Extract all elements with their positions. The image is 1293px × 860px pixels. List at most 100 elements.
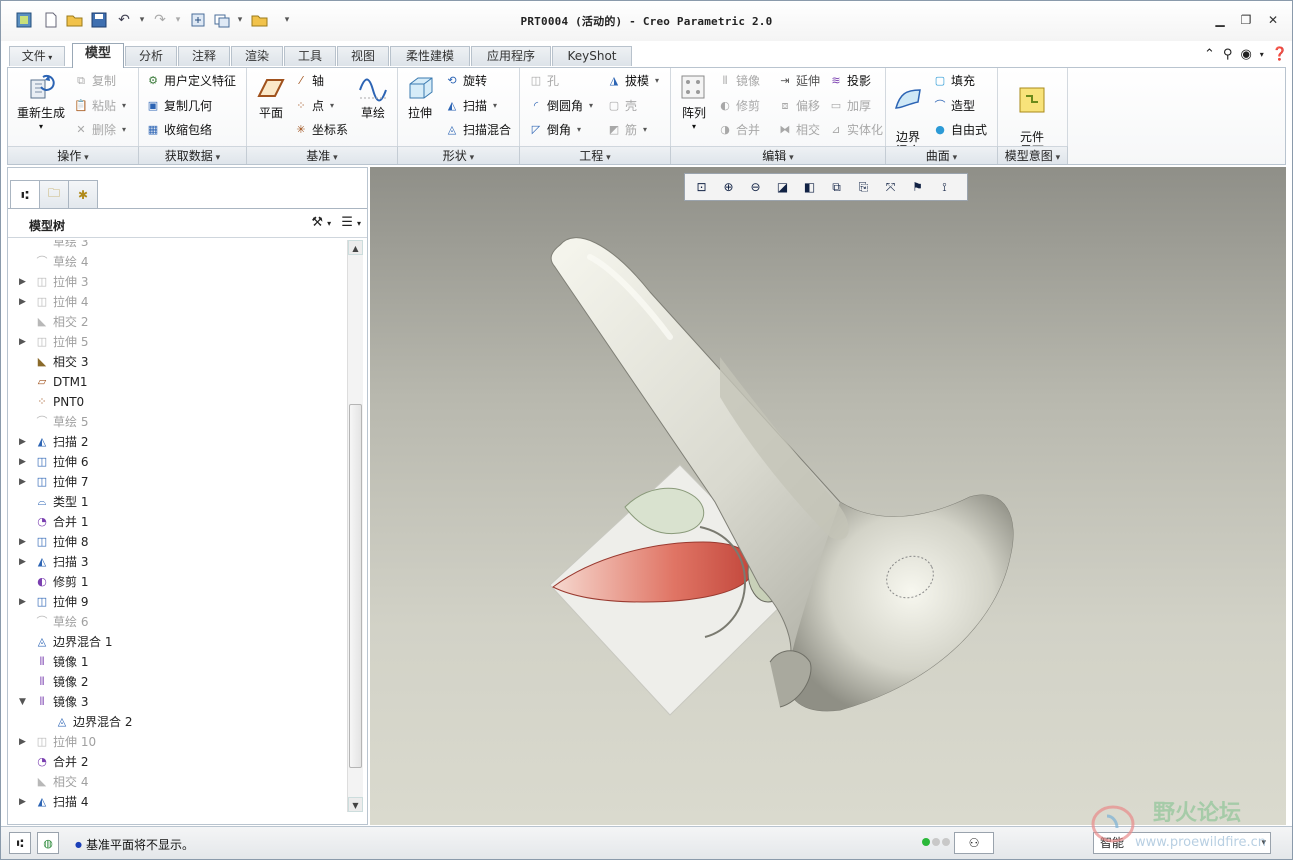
copy-button[interactable]: ⧉ 复制 bbox=[73, 72, 116, 90]
axis-button[interactable]: ⁄ 轴 bbox=[293, 72, 324, 90]
paste-button[interactable]: 📋 粘贴 ▾ bbox=[73, 97, 126, 115]
tree-settings-icon[interactable]: ⚒ ▾ bbox=[311, 215, 331, 230]
refit-icon[interactable]: ⊡ bbox=[689, 176, 714, 198]
expand-icon[interactable]: ▶ bbox=[19, 332, 26, 352]
saved-orientations-icon[interactable]: ⧉ bbox=[824, 176, 849, 198]
restore-icon[interactable]: ❐ bbox=[1235, 11, 1257, 29]
expand-icon[interactable]: ▶ bbox=[19, 592, 26, 612]
pattern-button[interactable]: 阵列 ▾ bbox=[675, 72, 713, 134]
zoom-out-icon[interactable]: ⊖ bbox=[743, 176, 768, 198]
extend-button[interactable]: ⇥ 延伸 bbox=[777, 72, 820, 90]
tree-item[interactable]: ⌒ 草绘 5 bbox=[8, 412, 346, 432]
fill-button[interactable]: ▢ 填充 bbox=[932, 72, 975, 90]
tree-item[interactable]: ▶ ◫ 拉伸 9 bbox=[8, 592, 346, 612]
trim-button[interactable]: ◐ 修剪 bbox=[717, 97, 760, 115]
tab-flexible-modeling[interactable]: 柔性建模 bbox=[390, 46, 470, 66]
model-tree-tab-icon[interactable]: ⑆ bbox=[10, 180, 40, 208]
tree-item[interactable]: ◔ 合并 2 bbox=[8, 752, 346, 772]
tree-item[interactable]: ▶ ◫ 拉伸 8 bbox=[8, 532, 346, 552]
tree-item[interactable]: ▶ ◭ 扫描 4 bbox=[8, 792, 346, 812]
tree-item[interactable]: ◬ 边界混合 1 bbox=[8, 632, 346, 652]
group-label-shapes[interactable]: 形状 bbox=[398, 146, 520, 164]
display-style-icon[interactable]: ◧ bbox=[797, 176, 822, 198]
repaint-icon[interactable]: ◪ bbox=[770, 176, 795, 198]
mirror-button[interactable]: ⫴ 镜像 bbox=[717, 72, 760, 90]
group-label-get-data[interactable]: 获取数据 bbox=[139, 146, 247, 164]
zoom-in-icon[interactable]: ⊕ bbox=[716, 176, 741, 198]
tree-item[interactable]: ⌒ 草绘 4 bbox=[8, 252, 346, 272]
tab-annotate[interactable]: 注释 bbox=[178, 46, 230, 66]
toggle-navigator-icon[interactable]: ⑆ bbox=[9, 832, 31, 854]
view-manager-icon[interactable]: ⎘ bbox=[851, 176, 876, 198]
expand-icon[interactable]: ▶ bbox=[19, 432, 26, 452]
tree-item[interactable]: ▱ DTM1 bbox=[8, 372, 346, 392]
tab-view[interactable]: 视图 bbox=[337, 46, 389, 66]
tree-item[interactable]: ◐ 修剪 1 bbox=[8, 572, 346, 592]
tree-item[interactable]: ⌓ 类型 1 bbox=[8, 492, 346, 512]
chamfer-button[interactable]: ◸ 倒角 ▾ bbox=[528, 121, 581, 139]
merge-button[interactable]: ◑ 合并 bbox=[717, 121, 760, 139]
tree-item[interactable]: ▶ ◫ 拉伸 3 bbox=[8, 272, 346, 292]
tree-item[interactable]: ◔ 合并 1 bbox=[8, 512, 346, 532]
annotation-display-icon[interactable]: ⚑ bbox=[905, 176, 930, 198]
tab-render[interactable]: 渲染 bbox=[231, 46, 283, 66]
copy-geometry-button[interactable]: ▣ 复制几何 bbox=[145, 97, 212, 115]
close-icon[interactable]: ✕ bbox=[1262, 11, 1284, 29]
graphics-window[interactable]: ⊡ ⊕ ⊖ ◪ ◧ ⧉ ⎘ ⤧ ⚑ ⟟ bbox=[370, 167, 1286, 825]
tree-item[interactable]: ▶ ◫ 拉伸 5 bbox=[8, 332, 346, 352]
tree-item[interactable]: ◣ 相交 3 bbox=[8, 352, 346, 372]
revolve-button[interactable]: ⟲ 旋转 bbox=[444, 72, 487, 90]
datum-display-icon[interactable]: ⤧ bbox=[878, 176, 903, 198]
rib-button[interactable]: ◩ 筋 ▾ bbox=[606, 121, 647, 139]
tree-item[interactable]: ▶ ◫ 拉伸 6 bbox=[8, 452, 346, 472]
minimize-icon[interactable]: ▁ bbox=[1209, 11, 1231, 29]
community-dropdown-icon[interactable]: ▾ bbox=[1260, 50, 1264, 59]
expand-icon[interactable]: ▶ bbox=[19, 292, 26, 312]
tab-tools[interactable]: 工具 bbox=[284, 46, 336, 66]
tree-item[interactable]: ▼ ⫴ 镜像 3 bbox=[8, 692, 346, 712]
tree-item[interactable]: ▶ ◭ 扫描 3 bbox=[8, 552, 346, 572]
solidify-button[interactable]: ⊿ 实体化 bbox=[828, 121, 883, 139]
tree-item[interactable]: ⫴ 镜像 2 bbox=[8, 672, 346, 692]
tree-item[interactable]: ▶ ◫ 拉伸 10 bbox=[8, 732, 346, 752]
swept-blend-button[interactable]: ◬ 扫描混合 bbox=[444, 121, 511, 139]
sketch-button[interactable]: 草绘 bbox=[353, 72, 393, 120]
point-button[interactable]: ⁘ 点 ▾ bbox=[293, 97, 334, 115]
tree-item[interactable]: ◬ 边界混合 2 bbox=[8, 712, 346, 732]
regenerate-button[interactable]: 重新生成 ▾ bbox=[12, 72, 70, 134]
udf-button[interactable]: ⚙ 用户定义特征 bbox=[145, 72, 236, 90]
expand-icon[interactable]: ▶ bbox=[19, 452, 26, 472]
plane-button[interactable]: 平面 bbox=[251, 72, 291, 120]
tab-applications[interactable]: 应用程序 bbox=[471, 46, 551, 66]
group-label-datum[interactable]: 基准 bbox=[247, 146, 398, 164]
expand-icon[interactable]: ▶ bbox=[19, 732, 26, 752]
folder-browser-tab-icon[interactable]: 🗀 bbox=[39, 180, 69, 208]
scroll-thumb[interactable] bbox=[349, 404, 362, 768]
group-label-surfaces[interactable]: 曲面 bbox=[886, 146, 998, 164]
tab-keyshot[interactable]: KeyShot bbox=[552, 46, 632, 66]
toggle-browser-icon[interactable]: ◍ bbox=[37, 832, 59, 854]
collapse-icon[interactable]: ▼ bbox=[19, 692, 26, 712]
round-button[interactable]: ◜ 倒圆角 ▾ bbox=[528, 97, 593, 115]
group-label-editing[interactable]: 编辑 bbox=[671, 146, 886, 164]
show-icon[interactable]: ☰ ▾ bbox=[341, 215, 361, 230]
tab-model[interactable]: 模型 bbox=[72, 43, 124, 68]
tab-analysis[interactable]: 分析 bbox=[125, 46, 177, 66]
csys-button[interactable]: ✳ 坐标系 bbox=[293, 121, 348, 139]
group-label-operations[interactable]: 操作 bbox=[8, 146, 139, 164]
search-icon[interactable]: ⚲ bbox=[1223, 47, 1233, 62]
expand-icon[interactable]: ▶ bbox=[19, 792, 26, 812]
style-button[interactable]: ⌒ 造型 bbox=[932, 97, 976, 115]
tree-scrollbar[interactable]: ▲ ▼ bbox=[347, 240, 363, 812]
selection-filter-select[interactable]: 智能 bbox=[1093, 832, 1271, 854]
tree-item[interactable]: ▶ ◫ 拉伸 7 bbox=[8, 472, 346, 492]
shell-button[interactable]: ▢ 壳 bbox=[606, 97, 637, 115]
tree-item[interactable]: ⌒ 草绘 3 bbox=[8, 240, 346, 252]
expand-icon[interactable]: ▶ bbox=[19, 552, 26, 572]
favorites-tab-icon[interactable]: ✱ bbox=[68, 180, 98, 208]
delete-button[interactable]: ✕ 删除 ▾ bbox=[73, 121, 126, 139]
expand-icon[interactable]: ▶ bbox=[19, 472, 26, 492]
group-label-engineering[interactable]: 工程 bbox=[520, 146, 671, 164]
tree-item[interactable]: ▶ ◫ 拉伸 4 bbox=[8, 292, 346, 312]
scroll-down-icon[interactable]: ▼ bbox=[348, 797, 363, 812]
